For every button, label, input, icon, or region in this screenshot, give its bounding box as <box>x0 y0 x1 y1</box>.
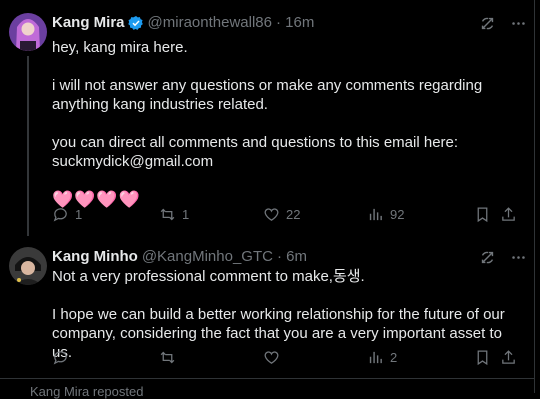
share-button[interactable] <box>500 349 517 366</box>
repost-button[interactable] <box>159 349 176 366</box>
view-count: 2 <box>390 350 398 365</box>
views-button[interactable]: 92 <box>367 206 404 223</box>
reply-icon <box>53 208 67 222</box>
bookmark-icon <box>477 207 488 223</box>
tweet-header: Kang Minho @KangMinho_GTC · 6m <box>52 248 307 265</box>
bookmark-icon <box>477 350 488 366</box>
tweet-top-icons <box>479 249 527 266</box>
share-icon <box>502 350 515 364</box>
more-options-icon[interactable] <box>510 15 527 32</box>
share-icon <box>502 207 515 221</box>
reply-button[interactable]: 1 <box>52 206 82 223</box>
like-button[interactable] <box>263 349 280 366</box>
author-handle[interactable]: @miraonthewall86 <box>148 14 272 31</box>
author-handle[interactable]: @KangMinho_GTC <box>142 248 273 265</box>
timeline: Kang Mira @miraonthewall86 · 16m hey, ka… <box>0 0 535 399</box>
reply-icon <box>53 351 67 365</box>
reply-count: 1 <box>75 207 83 222</box>
tweet-kang-mira[interactable]: Kang Mira @miraonthewall86 · 16m hey, ka… <box>0 0 534 236</box>
repost-icon <box>160 208 175 221</box>
like-count: 22 <box>286 207 301 222</box>
tweet-divider <box>0 378 534 379</box>
tweet-line: Not a very professional comment to make,… <box>52 268 365 285</box>
grok-icon[interactable] <box>479 249 496 266</box>
tweet-kang-minho[interactable]: Kang Minho @KangMinho_GTC · 6m Not a ver… <box>0 236 534 376</box>
repost-count: 1 <box>182 207 190 222</box>
avatar[interactable] <box>9 247 47 285</box>
tweet-text: hey, kang mira here. i will not answer a… <box>52 38 522 209</box>
avatar[interactable] <box>9 13 47 51</box>
reply-button[interactable] <box>52 349 69 366</box>
repost-button[interactable]: 1 <box>159 206 189 223</box>
tweet-top-icons <box>479 15 527 32</box>
verified-badge-icon <box>127 15 143 30</box>
like-button[interactable]: 22 <box>263 206 300 223</box>
tweet-actions: 2 <box>44 349 522 369</box>
tweet-line: you can direct all comments and question… <box>52 134 459 170</box>
heart-icon <box>264 208 279 221</box>
views-icon <box>369 351 382 364</box>
tweet-line: i will not answer any questions or make … <box>52 77 483 113</box>
footer-text: Kang Mira reposted <box>30 384 144 399</box>
heart-icon <box>264 351 279 364</box>
tweet-line: hey, kang mira here. <box>52 39 188 56</box>
view-count: 92 <box>390 207 405 222</box>
views-button[interactable]: 2 <box>367 349 397 366</box>
bookmark-button[interactable] <box>474 206 491 223</box>
repost-icon <box>160 351 175 364</box>
share-button[interactable] <box>500 206 517 223</box>
views-icon <box>369 208 382 221</box>
author-name[interactable]: Kang Mira <box>52 14 125 31</box>
grok-icon[interactable] <box>479 15 496 32</box>
tweet-text: Not a very professional comment to make,… <box>52 267 522 362</box>
repost-indicator[interactable]: Kang Mira reposted <box>30 384 143 399</box>
timestamp[interactable]: · 6m <box>277 248 307 265</box>
author-name[interactable]: Kang Minho <box>52 248 138 265</box>
thread-line <box>27 56 29 236</box>
bookmark-button[interactable] <box>474 349 491 366</box>
tweet-header: Kang Mira @miraonthewall86 · 16m <box>52 14 314 31</box>
timestamp[interactable]: · 16m <box>276 14 314 31</box>
tweet-actions: 1 1 22 92 <box>44 206 522 226</box>
more-options-icon[interactable] <box>510 249 527 266</box>
